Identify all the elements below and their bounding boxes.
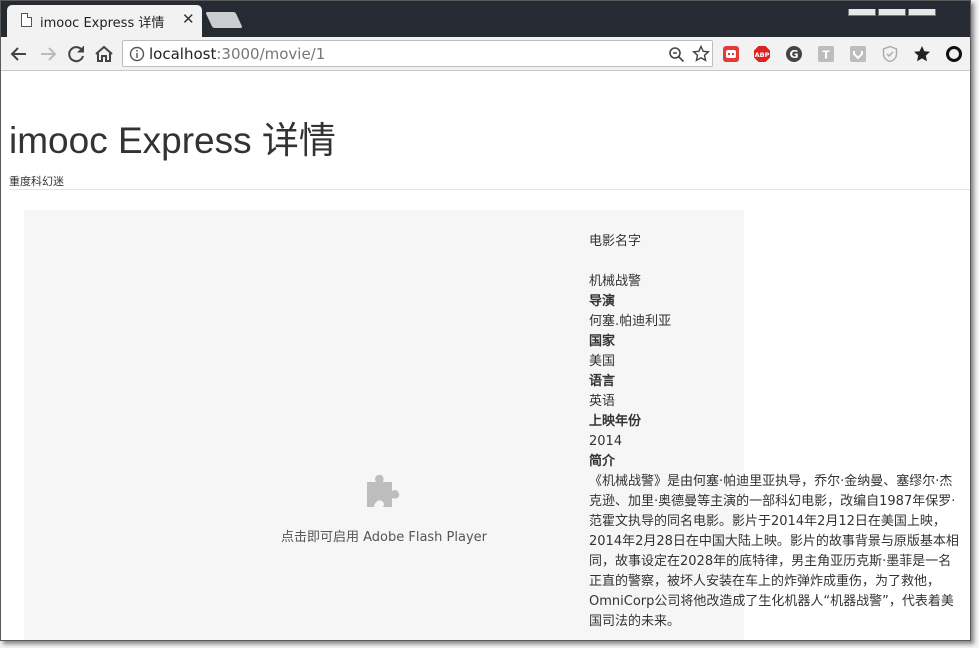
svg-text:T: T xyxy=(822,49,830,62)
movie-name-label: 电影名字 xyxy=(589,234,642,249)
movie-name: 机械战警 xyxy=(589,274,642,289)
back-icon[interactable] xyxy=(7,42,31,66)
translate-icon[interactable]: T xyxy=(817,45,835,63)
movie-info: 电影名字 机械战警 导演 何塞.帕迪利亚 国家 美国 语言 英语 上映年份 20… xyxy=(589,232,964,632)
close-icon[interactable]: ✕ xyxy=(182,10,195,28)
shield-icon[interactable] xyxy=(881,45,899,63)
maximize-button[interactable] xyxy=(878,9,906,16)
tab-active[interactable]: imooc Express 详情 ✕ xyxy=(7,5,202,37)
pocket-icon[interactable] xyxy=(849,45,867,63)
page-header: imooc Express 详情 重度科幻迷 xyxy=(9,110,336,189)
grammarly-icon[interactable]: G xyxy=(785,45,803,63)
new-tab-button[interactable] xyxy=(205,12,243,28)
home-icon[interactable] xyxy=(92,42,116,66)
language-label: 语言 xyxy=(589,374,616,389)
country-value: 美国 xyxy=(589,354,616,369)
page-title: imooc Express 详情 xyxy=(9,120,336,161)
tab-strip: imooc Express 详情 ✕ xyxy=(1,1,970,37)
info-icon[interactable] xyxy=(129,46,145,62)
window-close-button[interactable] xyxy=(908,9,936,16)
page-content: imooc Express 详情 重度科幻迷 点击即可启用 Adobe Flas… xyxy=(1,72,970,640)
window-controls xyxy=(846,1,966,16)
reload-icon[interactable] xyxy=(64,42,88,66)
ring-icon[interactable] xyxy=(945,45,963,63)
country-label: 国家 xyxy=(589,334,616,349)
year-value: 2014 xyxy=(589,434,623,449)
tab-title: imooc Express 详情 xyxy=(40,16,165,31)
document-icon xyxy=(21,13,32,27)
forward-icon[interactable] xyxy=(36,42,60,66)
ext-red-icon[interactable] xyxy=(722,45,740,63)
director-label: 导演 xyxy=(589,294,616,309)
abp-icon[interactable]: ABP xyxy=(753,45,771,63)
svg-text:G: G xyxy=(789,48,798,61)
summary-text: 《机械战警》是由何塞·帕迪里亚执导，乔尔·金纳曼、塞缪尔·杰克逊、加里·奥德曼等… xyxy=(589,474,959,629)
star-icon[interactable] xyxy=(692,45,710,63)
director-value: 何塞.帕迪利亚 xyxy=(589,314,672,329)
puzzle-icon xyxy=(367,474,400,507)
browser-toolbar: localhost:3000/movie/1 ABP G T xyxy=(1,37,970,71)
minimize-button[interactable] xyxy=(848,9,876,16)
year-label: 上映年份 xyxy=(589,414,642,429)
zoom-icon[interactable] xyxy=(668,46,685,63)
summary-label: 简介 xyxy=(589,454,616,469)
page-subtitle: 重度科幻迷 xyxy=(9,175,64,188)
url-text: localhost:3000/movie/1 xyxy=(149,45,326,63)
browser-window: imooc Express 详情 ✕ localhost:3000/movie/… xyxy=(0,0,971,641)
svg-text:ABP: ABP xyxy=(755,51,770,59)
bookmark-star-icon[interactable] xyxy=(913,45,931,63)
header-divider xyxy=(9,189,970,190)
address-bar[interactable]: localhost:3000/movie/1 xyxy=(122,40,713,67)
language-value: 英语 xyxy=(589,394,616,409)
